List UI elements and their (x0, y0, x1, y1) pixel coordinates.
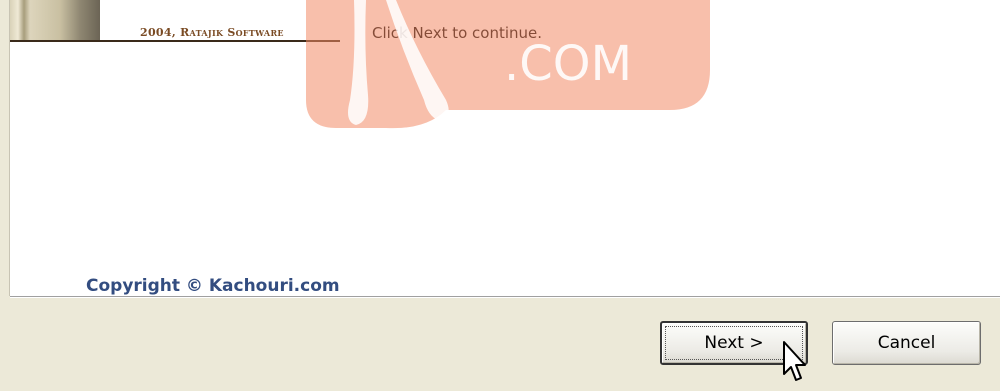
banner-image (10, 0, 100, 40)
cancel-button-label: Cancel (877, 333, 936, 353)
instruction-text: Click Next to continue. (372, 24, 543, 42)
footer-separator-highlight (10, 297, 1000, 298)
pane-border (9, 0, 10, 296)
cancel-button[interactable]: Cancel (832, 321, 981, 365)
copyright-text: Copyright © Kachouri.com (86, 276, 340, 296)
mouse-pointer-icon (783, 341, 806, 381)
banner-credit: 2004, Ratajik Software (140, 26, 284, 39)
wizard-content-pane: 2004, Ratajik Software Click Next to con… (10, 0, 1000, 296)
banner-divider (10, 40, 340, 42)
